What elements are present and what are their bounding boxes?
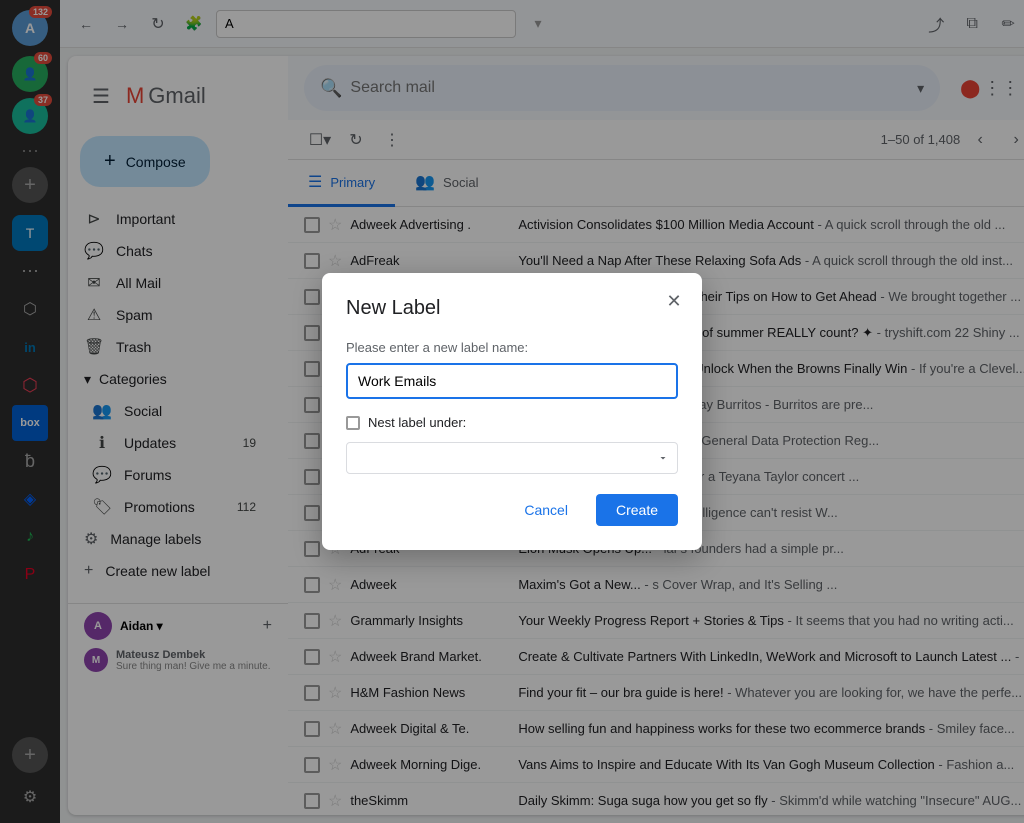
label-name-input[interactable] — [346, 363, 678, 399]
nest-label-select[interactable] — [346, 442, 678, 474]
cancel-button[interactable]: Cancel — [504, 494, 588, 526]
modal-overlay[interactable]: New Label ✕ Please enter a new label nam… — [0, 0, 1024, 823]
new-label-modal: New Label ✕ Please enter a new label nam… — [322, 273, 702, 550]
modal-title: New Label — [346, 297, 678, 320]
nest-label-checkbox[interactable] — [346, 416, 360, 430]
nest-label-row: Nest label under: — [346, 415, 678, 430]
nest-label-text: Nest label under: — [368, 415, 466, 430]
modal-enter-name-label: Please enter a new label name: — [346, 340, 678, 355]
modal-actions: Cancel Create — [346, 494, 678, 526]
modal-close-button[interactable]: ✕ — [658, 285, 690, 317]
create-button[interactable]: Create — [596, 494, 678, 526]
